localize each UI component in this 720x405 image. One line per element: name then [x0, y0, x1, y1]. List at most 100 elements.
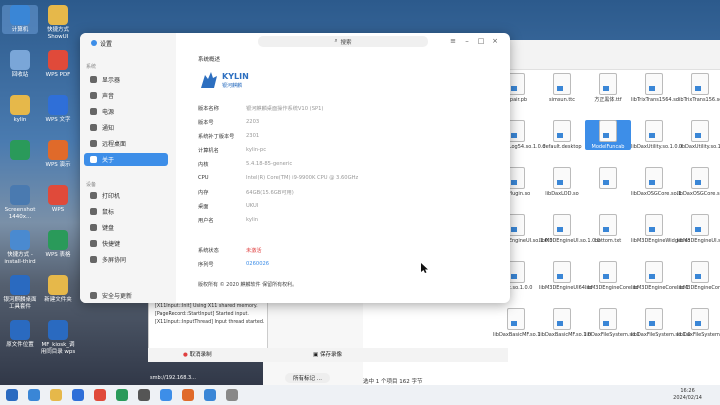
taskbar-app-icon[interactable] — [6, 389, 18, 401]
file-item[interactable]: libDaxOSGCore.so.1.0 — [677, 167, 720, 197]
desktop-icon[interactable]: kylin — [2, 95, 38, 124]
file-name: libDaxUtility.so.1 — [679, 144, 720, 150]
file-item[interactable]: libDaxLOD.so — [539, 167, 585, 197]
stop-record-button[interactable]: ● 取消录制 — [183, 350, 212, 358]
file-name: libM3DEngineUI.so.1.0.0 — [539, 238, 601, 244]
app-icon — [10, 275, 30, 295]
desktop-icon[interactable]: 银河麒麟桌面工具套件 — [2, 275, 38, 311]
close-button[interactable]: × — [490, 36, 500, 46]
sidebar-item[interactable]: 通知 — [84, 121, 168, 134]
sidebar-item-icon — [90, 140, 97, 147]
taskbar-app-icon[interactable] — [116, 389, 128, 401]
sidebar-item[interactable]: 鼠标 — [84, 205, 168, 218]
serial-label: 序列号 — [198, 262, 214, 268]
sidebar-item[interactable]: 声音 — [84, 89, 168, 102]
file-item[interactable]: libDaxFileSystem.so.1.0.0 — [677, 308, 720, 338]
sidebar-item-update[interactable]: 安全与更新 — [84, 289, 168, 302]
file-item[interactable]: libDaxBasicMF.so.1.0 — [539, 308, 591, 338]
maximize-button[interactable]: □ — [476, 36, 486, 46]
sidebar-item-label: 显示器 — [102, 77, 121, 84]
file-name: libDaxUtility.so.1.0.0 — [631, 144, 683, 150]
desktop-icon[interactable]: 快捷方式 ShowUI — [40, 5, 76, 41]
sidebar-item[interactable]: 远程桌面 — [84, 137, 168, 150]
desktop-icon-label: 银河麒麟桌面工具套件 — [3, 297, 37, 310]
settings-sidebar: 设置 系统 显示器 声音 电源 通知 远程桌面 关于 设备 打印机 鼠标 键盘 快捷键 多屏协同 … — [80, 33, 176, 303]
app-icon — [48, 320, 68, 340]
file-item[interactable]: libDaxUtility.so.1 — [677, 120, 720, 150]
desktop-icon[interactable]: 计算机 — [2, 5, 38, 34]
info-value: 5.4.18-85-generic — [246, 161, 293, 167]
sidebar-item-icon — [90, 240, 97, 247]
desktop-icon[interactable]: 回收站 — [2, 50, 38, 79]
taskbar-app-icon[interactable] — [72, 389, 84, 401]
file-name: libTrixTrans156.so — [677, 97, 720, 103]
desktop-icon[interactable]: WPS 演示 — [40, 140, 76, 169]
menu-button[interactable]: ≡ — [448, 36, 458, 46]
sidebar-item[interactable]: 显示器 — [84, 73, 168, 86]
desktop-icon[interactable]: MF_kiosk_调用同目录 wps — [40, 320, 76, 356]
file-item[interactable]: libM3DEngineCore.so — [585, 261, 638, 291]
file-item[interactable]: libDaxFileSystem.so.1 — [585, 308, 640, 338]
file-icon — [599, 308, 617, 330]
taskbar-app-icon[interactable] — [160, 389, 172, 401]
file-name: ModelFuncab — [591, 144, 625, 150]
serial-value[interactable]: 0260026 — [246, 261, 269, 267]
file-item[interactable]: simsun.ttc — [539, 73, 585, 103]
file-item[interactable]: libDaxUtility.so.1.0.0 — [631, 120, 683, 150]
file-item[interactable]: libM3DEngineUI.so.1.0.0 — [539, 214, 601, 244]
info-label: 用户名 — [198, 218, 214, 224]
taskbar-app-icon[interactable] — [204, 389, 216, 401]
file-item[interactable]: libDaxBasicMF.so.1 — [493, 308, 540, 338]
file-item[interactable]: libM3DEngineCore.so.1 — [631, 261, 689, 291]
taskbar-app-icon[interactable] — [226, 389, 238, 401]
desktop-icon[interactable]: WPS 表格 — [40, 230, 76, 259]
minimize-button[interactable]: – — [462, 36, 472, 46]
file-item[interactable]: bottom.txt — [585, 214, 631, 244]
sidebar-item[interactable]: 关于 — [84, 153, 168, 166]
file-item[interactable]: libTrixTrans1564.so — [631, 73, 679, 103]
save-record-button[interactable]: ▣ 保存录像 — [313, 350, 342, 358]
file-icon — [599, 167, 617, 189]
file-item[interactable]: default.desktop — [539, 120, 585, 150]
desktop-icon[interactable]: WPS PDF — [40, 50, 76, 79]
file-item[interactable]: libM3DEngineCore.so.1.0.0 — [677, 261, 720, 291]
desktop-icon-label: Screenshot 1440x... — [4, 207, 36, 220]
info-label: 计算机名 — [198, 148, 219, 154]
sidebar-item[interactable]: 打印机 — [84, 189, 168, 202]
search-input[interactable]: ⌕ 搜索 — [258, 36, 428, 47]
file-item[interactable]: libM3DEngineUI.so — [677, 214, 720, 244]
file-item[interactable]: libTrixTrans156.so — [677, 73, 720, 103]
file-item[interactable]: libDaxOSGCore.so.1 — [631, 167, 681, 197]
taskbar-app-icon[interactable] — [28, 389, 40, 401]
taskbar-app-icon[interactable] — [94, 389, 106, 401]
file-icon — [553, 120, 571, 142]
file-name: libM3DEngineUI.so — [677, 238, 720, 244]
desktop-icon[interactable]: 快捷方式 - install-third — [2, 230, 38, 266]
file-icon — [645, 261, 663, 283]
desktop-icon[interactable]: 新建文件夹 — [40, 275, 76, 304]
desktop-icon[interactable]: WPS 文字 — [40, 95, 76, 124]
all-tags-button[interactable]: 所有标记 ... — [285, 373, 330, 383]
file-icon — [645, 308, 663, 330]
sidebar-item-icon — [90, 124, 97, 131]
taskbar-app-icon[interactable] — [50, 389, 62, 401]
desktop-icon[interactable]: WPS — [40, 185, 76, 214]
taskbar-app-icon[interactable] — [138, 389, 150, 401]
file-item[interactable]: 方正黑体.ttf — [585, 73, 631, 103]
desktop-icon[interactable] — [2, 140, 38, 162]
file-item[interactable]: libDaxFileSystem.so.1.0 — [631, 308, 691, 338]
desktop-icon[interactable]: Screenshot 1440x... — [2, 185, 38, 221]
log-line: [X11Input::InputThread] Input thread sta… — [155, 320, 265, 325]
clock[interactable]: 16:26 2024/02/14 — [673, 388, 702, 402]
sidebar-item[interactable]: 快捷键 — [84, 237, 168, 250]
sidebar-item[interactable]: 多屏协同 — [84, 253, 168, 266]
file-name: bottom.txt — [594, 238, 622, 244]
sidebar-item[interactable]: 电源 — [84, 105, 168, 118]
desktop-icon[interactable]: 原文件位置 — [2, 320, 38, 349]
sidebar-item[interactable]: 键盘 — [84, 221, 168, 234]
taskbar-app-icon[interactable] — [182, 389, 194, 401]
file-item[interactable]: libM3DEngineUI64.so — [539, 261, 592, 291]
file-item[interactable] — [585, 167, 631, 191]
file-item[interactable]: ModelFuncab — [585, 120, 631, 150]
file-item[interactable]: libM3DEngineWidget.so — [631, 214, 690, 244]
